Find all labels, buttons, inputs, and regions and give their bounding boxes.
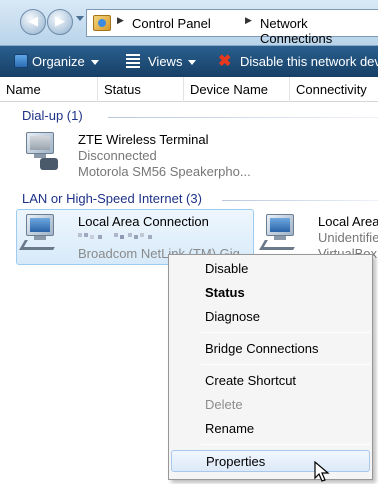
menu-item-status[interactable]: Status [171, 282, 370, 304]
column-status[interactable]: Status [98, 77, 184, 102]
menu-item-delete: Delete [205, 397, 243, 412]
context-menu: Disable Status Diagnose Bridge Connectio… [168, 254, 373, 480]
back-button[interactable]: ◀ [20, 9, 46, 35]
menu-item-diagnose[interactable]: Diagnose [171, 306, 370, 328]
column-header-row: Name Status Device Name Connectivity [0, 77, 378, 102]
column-device-name[interactable]: Device Name [184, 77, 290, 102]
menu-item-properties[interactable]: Properties [171, 450, 370, 472]
history-dropdown-icon[interactable] [76, 16, 84, 21]
disable-device-button[interactable]: Disable this network dev [240, 54, 378, 69]
address-bar-region: ◀ ▶ ▶ Control Panel ▶ Network Connection… [0, 0, 378, 46]
menu-item-create-shortcut[interactable]: Create Shortcut [171, 370, 370, 392]
views-label: Views [148, 54, 183, 69]
menu-separator [201, 444, 370, 445]
breadcrumb-separator-icon[interactable]: ▶ [245, 16, 252, 26]
mouse-cursor-icon [314, 461, 330, 482]
menu-item-bridge-connections[interactable]: Bridge Connections [171, 338, 370, 360]
views-button[interactable]: Views [148, 54, 197, 69]
views-icon [126, 54, 140, 68]
group-header-lan[interactable]: LAN or High-Speed Internet (3) [22, 191, 202, 206]
menu-separator [201, 364, 370, 365]
chevron-down-icon [90, 60, 99, 66]
local-area-connection-2-name[interactable]: Local Area [318, 214, 378, 229]
lan-connection-2-icon [259, 214, 302, 250]
group-divider [108, 117, 378, 118]
disable-icon: ✖ [218, 53, 232, 70]
forward-button[interactable]: ▶ [47, 9, 73, 35]
zte-connection-name[interactable]: ZTE Wireless Terminal [78, 132, 209, 147]
menu-item-rename[interactable]: Rename [171, 418, 370, 440]
dialup-connection-icon [22, 132, 62, 170]
group-header-dialup[interactable]: Dial-up (1) [22, 108, 83, 123]
organize-label: Organize [32, 54, 85, 69]
breadcrumb-control-panel[interactable]: Control Panel [132, 16, 211, 31]
local-area-connection-name[interactable]: Local Area Connection [78, 214, 209, 229]
breadcrumb-network-connections[interactable]: Network Connections [260, 16, 378, 46]
lan-connection-icon [19, 214, 62, 250]
chevron-down-icon [188, 60, 197, 66]
local-area-connection-2-status: Unidentifie [318, 230, 378, 245]
organize-icon [14, 54, 28, 68]
zte-connection-device: Motorola SM56 Speakerpho... [78, 164, 251, 179]
column-name[interactable]: Name [0, 77, 98, 102]
address-bar[interactable]: ▶ Control Panel ▶ Network Connections [86, 9, 378, 46]
organize-button[interactable]: Organize [32, 54, 99, 69]
control-panel-icon [93, 15, 111, 31]
breadcrumb-separator-icon[interactable]: ▶ [117, 16, 124, 26]
column-connectivity[interactable]: Connectivity [290, 77, 378, 102]
command-bar: Organize Views ✖ Disable this network de… [0, 46, 378, 77]
menu-item-disable[interactable]: Disable [171, 258, 370, 280]
group-divider [222, 200, 378, 201]
zte-connection-status: Disconnected [78, 148, 157, 163]
menu-separator [201, 332, 370, 333]
